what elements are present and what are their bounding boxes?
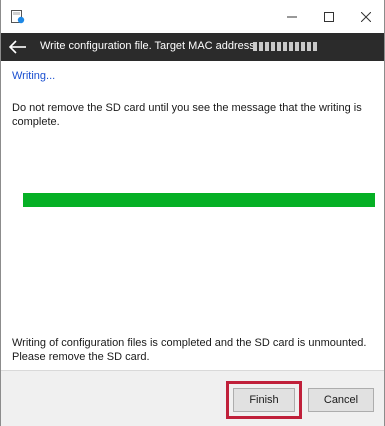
close-button[interactable] xyxy=(343,0,385,33)
progress-fill xyxy=(23,193,375,207)
close-icon xyxy=(361,11,371,22)
header-bar: Write configuration file. Target MAC add… xyxy=(1,33,384,61)
warning-message: Do not remove the SD card until you see … xyxy=(12,102,362,128)
sd-card-app-icon xyxy=(10,9,25,24)
progress-bar xyxy=(23,193,375,207)
back-arrow-icon[interactable] xyxy=(7,37,29,57)
status-text: Writing... xyxy=(12,70,56,82)
maximize-icon xyxy=(324,11,334,22)
footer-bar: Finish Cancel xyxy=(1,370,384,426)
header-title: Write configuration file. Target MAC add… xyxy=(40,40,258,52)
cancel-button[interactable]: Cancel xyxy=(308,388,374,412)
finish-button[interactable]: Finish xyxy=(233,388,295,412)
complete-message: Writing of configuration files is comple… xyxy=(12,337,367,363)
minimize-icon xyxy=(287,12,297,22)
title-bar xyxy=(1,0,384,33)
mac-address-redacted xyxy=(253,42,319,51)
dialog-window: Write configuration file. Target MAC add… xyxy=(0,0,385,426)
